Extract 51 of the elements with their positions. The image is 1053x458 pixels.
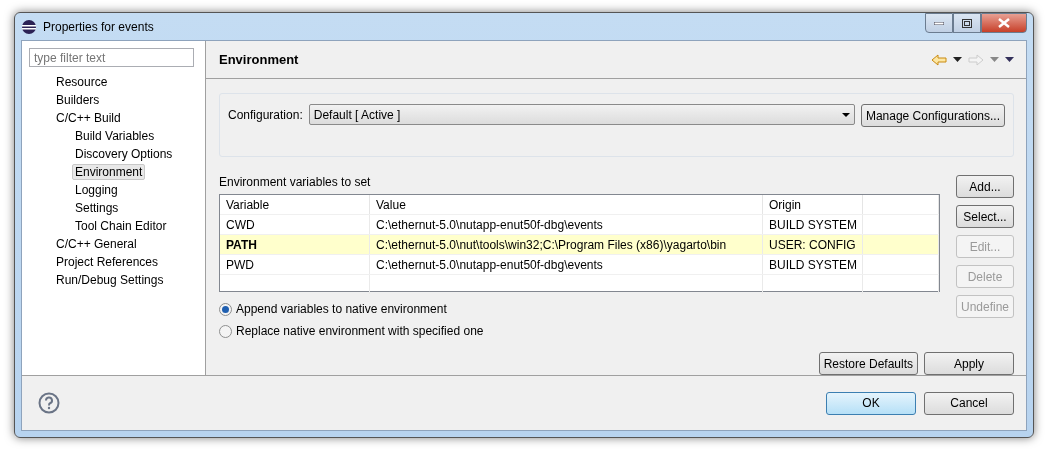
tree-item[interactable]: Environment bbox=[72, 164, 146, 180]
table-cell: C:\ethernut-5.0\nut\tools\win32;C:\Program Files (x86)\yagarto\bin bbox=[370, 235, 763, 254]
configuration-label: Configuration: bbox=[228, 108, 303, 122]
page-title: Environment bbox=[219, 52, 300, 67]
tree-item[interactable]: Project References bbox=[53, 254, 162, 270]
radio-label[interactable]: Append variables to native environment bbox=[236, 302, 447, 316]
table-action-button[interactable]: Add... bbox=[956, 175, 1014, 198]
radio-button[interactable] bbox=[219, 324, 232, 338]
table-cell: PATH bbox=[220, 235, 370, 254]
tree-item[interactable]: Run/Debug Settings bbox=[53, 272, 167, 288]
table-cell: CWD bbox=[220, 215, 370, 234]
close-button[interactable] bbox=[981, 13, 1027, 33]
close-icon bbox=[998, 18, 1010, 28]
tree-item[interactable]: Discovery Options bbox=[72, 146, 176, 162]
ok-button[interactable]: OK bbox=[826, 391, 916, 415]
tree-item[interactable]: Logging bbox=[72, 182, 121, 198]
cancel-button[interactable]: Cancel bbox=[924, 391, 1014, 415]
table-action-button[interactable]: Select... bbox=[956, 205, 1014, 228]
table-cell: C:\ethernut-5.0\nutapp-enut50f-dbg\events bbox=[370, 255, 763, 274]
configuration-dropdown[interactable]: Default [ Active ] bbox=[308, 104, 855, 125]
table-row[interactable]: PWD C:\ethernut-5.0\nutapp-enut50f-dbg\events BUILD SYSTEM bbox=[220, 255, 939, 275]
back-menu-icon[interactable] bbox=[953, 57, 962, 62]
help-icon[interactable] bbox=[38, 392, 60, 414]
tree-item[interactable]: C/C++ General bbox=[53, 236, 140, 252]
maximize-button[interactable] bbox=[953, 13, 981, 33]
tree-item[interactable]: Build Variables bbox=[72, 128, 158, 144]
table-cell: C:\ethernut-5.0\nutapp-enut50f-dbg\events bbox=[370, 215, 763, 234]
view-menu-icon[interactable] bbox=[1005, 57, 1014, 62]
tree-item[interactable]: Tool Chain Editor bbox=[72, 218, 170, 234]
apply-button[interactable]: Apply bbox=[924, 352, 1014, 375]
table-caption: Environment variables to set bbox=[219, 175, 372, 189]
radio-label[interactable]: Replace native environment with specified one bbox=[236, 324, 484, 338]
tree-item[interactable]: Resource bbox=[53, 74, 111, 90]
filter-field[interactable]: type filter text bbox=[29, 48, 194, 67]
caret-icon bbox=[841, 112, 850, 117]
restore-defaults-button[interactable]: Restore Defaults bbox=[818, 352, 918, 375]
table-cell: BUILD SYSTEM bbox=[763, 215, 863, 234]
table-row[interactable]: PATH C:\ethernut-5.0\nut\tools\win32;C:\Program Files (x86)\yagarto\bin USER: CONFIG bbox=[220, 235, 939, 255]
maximize-icon bbox=[962, 18, 972, 28]
tree-item[interactable]: Builders bbox=[53, 92, 103, 108]
forward-menu-icon[interactable] bbox=[990, 57, 999, 62]
minimize-icon bbox=[934, 21, 944, 25]
table-cell: PWD bbox=[220, 255, 370, 274]
table-cell: BUILD SYSTEM bbox=[763, 255, 863, 274]
tree-item[interactable]: Settings bbox=[72, 200, 122, 216]
table-cell: USER: CONFIG bbox=[763, 235, 863, 254]
manage-configurations-button[interactable]: Manage Configurations... bbox=[860, 104, 1005, 127]
window-title: Properties for events bbox=[43, 19, 154, 34]
radio-button[interactable] bbox=[219, 302, 232, 316]
eclipse-icon bbox=[21, 18, 37, 35]
tree-item[interactable]: C/C++ Build bbox=[53, 110, 124, 126]
